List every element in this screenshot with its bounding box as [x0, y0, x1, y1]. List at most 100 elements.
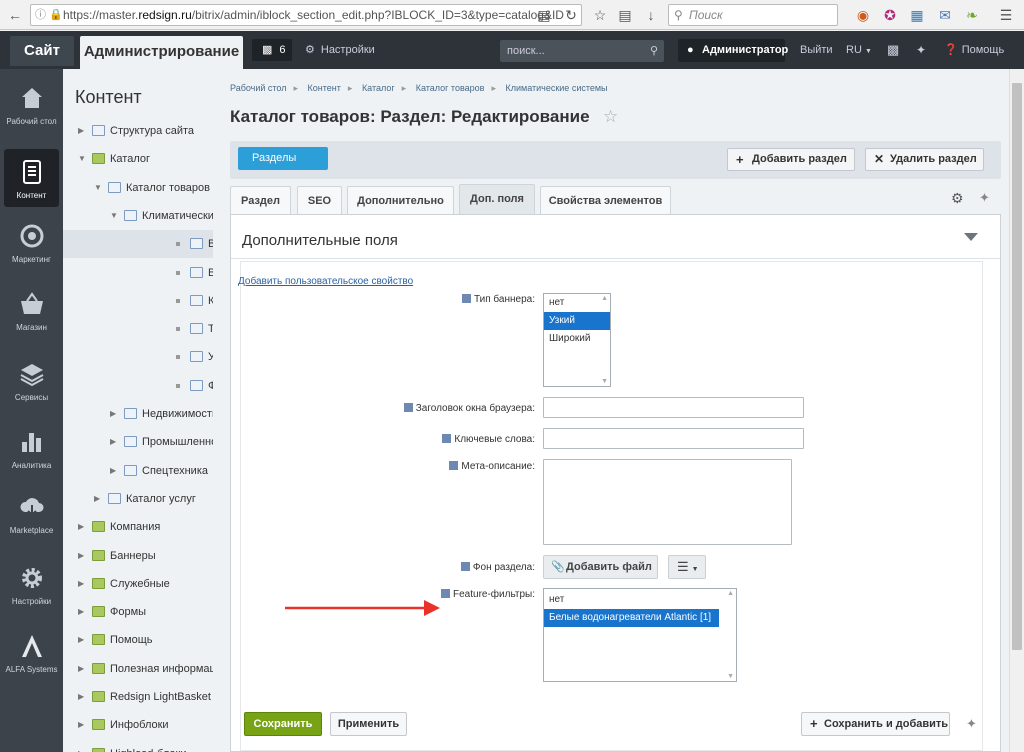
scrollbar-thumb[interactable] — [1012, 83, 1022, 650]
menu-marketing[interactable]: Маркетинг — [0, 223, 63, 265]
reader-view-icon[interactable]: ▤ — [534, 5, 554, 25]
menu-desktop[interactable]: Рабочий стол — [0, 85, 63, 127]
tree-node[interactable]: ▶ Спецтехника — [63, 457, 213, 485]
chevron-right-icon[interactable]: ▶ — [94, 485, 100, 513]
tree-node[interactable]: Увлажнител — [63, 343, 213, 371]
chevron-right-icon[interactable]: ▶ — [78, 683, 84, 711]
add-file-button[interactable]: 📎 Добавить файл — [543, 555, 658, 579]
admin-tab[interactable]: Администрирование — [80, 36, 243, 69]
url-bar[interactable]: ⓘ 🔒 https://master.redsign.ru/bitrix/adm… — [30, 4, 582, 26]
delete-section-button[interactable]: ✕ Удалить раздел — [865, 148, 984, 171]
meta-description-textarea[interactable] — [543, 459, 792, 545]
settings-link[interactable]: ⚙ Настройки — [305, 39, 375, 61]
list-option-selected[interactable]: Узкий — [544, 312, 610, 330]
menu-alfa-systems[interactable]: ALFA Systems — [0, 633, 63, 675]
chevron-right-icon[interactable]: ▶ — [78, 598, 84, 626]
logout-link[interactable]: Выйти — [800, 39, 833, 61]
breadcrumb-item[interactable]: Рабочий стол — [230, 83, 287, 93]
tree-node[interactable]: ▶ Полезная информация — [63, 655, 213, 683]
favorite-star-icon[interactable]: ☆ — [603, 107, 618, 127]
chevron-right-icon[interactable]: ▶ — [110, 428, 116, 456]
browser-title-input[interactable] — [543, 397, 804, 418]
browser-search-input[interactable]: ⚲ Поиск — [668, 4, 838, 26]
page-scrollbar[interactable] — [1009, 69, 1024, 752]
hotkeys-icon[interactable]: ▩ — [887, 39, 899, 61]
help-link[interactable]: ❓ Помощь — [944, 39, 1004, 61]
download-icon[interactable]: ↓ — [641, 5, 661, 25]
tree-node[interactable]: Тепловое об — [63, 315, 213, 343]
chevron-right-icon[interactable]: ▶ — [78, 570, 84, 598]
chevron-down-icon[interactable]: ▼ — [94, 174, 102, 202]
menu-settings[interactable]: Настройки — [0, 565, 63, 607]
file-menu-button[interactable]: ☰ ▼ — [668, 555, 706, 579]
chevron-right-icon[interactable]: ▶ — [78, 542, 84, 570]
add-section-button[interactable]: + Добавить раздел — [727, 148, 855, 171]
help-icon[interactable] — [449, 461, 459, 470]
reload-icon[interactable]: ↻ — [561, 5, 581, 25]
tree-node[interactable]: ▶ Баннеры — [63, 542, 213, 570]
tree-node[interactable]: Водонагрев — [63, 230, 213, 259]
help-icon[interactable] — [442, 434, 452, 443]
chevron-right-icon[interactable]: ▶ — [78, 626, 84, 654]
tree-node[interactable]: ▶ Помощь — [63, 626, 213, 654]
save-button[interactable]: Сохранить — [244, 712, 322, 736]
menu-analytics[interactable]: Аналитика — [0, 429, 63, 471]
back-arrow-icon[interactable]: ← — [5, 5, 25, 25]
menu-marketplace[interactable]: Marketplace — [0, 494, 63, 536]
library-icon[interactable]: ▤ — [615, 5, 635, 25]
help-icon[interactable] — [403, 403, 413, 412]
tree-node[interactable]: ▶ Формы — [63, 598, 213, 626]
tab-additional[interactable]: Дополнительно — [347, 186, 454, 214]
language-select[interactable]: RU ▼ — [846, 39, 872, 61]
list-option[interactable]: нет — [544, 591, 736, 609]
list-option-selected[interactable]: Белые водонагреватели Atlantic [1] — [544, 609, 719, 627]
breadcrumb-item[interactable]: Каталог товаров — [416, 83, 485, 93]
chevron-right-icon[interactable]: ▶ — [110, 457, 116, 485]
chevron-right-icon[interactable]: ▶ — [78, 513, 84, 541]
collapse-arrow-icon[interactable] — [964, 233, 978, 241]
chevron-down-icon[interactable]: ▼ — [110, 202, 118, 230]
breadcrumb-item[interactable]: Климатические системы — [505, 83, 607, 93]
tab-section[interactable]: Раздел — [230, 186, 291, 214]
chevron-right-icon[interactable]: ▶ — [110, 400, 116, 428]
screenshot-icon[interactable]: ▦ — [907, 5, 927, 25]
mail-icon[interactable]: ✉ — [935, 5, 955, 25]
tab-element-properties[interactable]: Свойства элементов — [540, 186, 671, 214]
tree-node[interactable]: ▶ Redsign LightBasket — [63, 683, 213, 711]
banner-type-list[interactable]: нет Узкий Широкий ▲ ▼ — [543, 293, 611, 387]
tree-node[interactable]: ▶ Компания — [63, 513, 213, 541]
breadcrumb-item[interactable]: Каталог — [362, 83, 395, 93]
tree-node[interactable]: Воздухоочи — [63, 259, 213, 287]
bookmark-star-icon[interactable]: ☆ — [590, 5, 610, 25]
pin-icon[interactable]: ✦ — [916, 39, 926, 61]
tree-node[interactable]: Фильтры дл — [63, 372, 213, 400]
menu-services[interactable]: Сервисы — [0, 361, 63, 403]
gear-icon[interactable]: ⚙ — [951, 190, 964, 207]
tree-node[interactable]: ▼ Каталог товаров — [63, 174, 213, 202]
scroll-up-icon[interactable]: ▲ — [727, 590, 734, 597]
tree-node[interactable]: ▶ Каталог услуг — [63, 485, 213, 513]
tree-node[interactable]: ▶ Highload-блоки — [63, 740, 213, 752]
scroll-up-icon[interactable]: ▲ — [601, 295, 608, 302]
notifications-button[interactable]: ▩ 6 — [252, 39, 292, 61]
chevron-right-icon[interactable]: ▶ — [78, 740, 84, 752]
tree-node[interactable]: Кондиционе — [63, 287, 213, 315]
menu-content[interactable]: Контент — [4, 149, 59, 207]
tree-node[interactable]: ▼ Климатические — [63, 202, 213, 230]
add-property-link[interactable]: Добавить пользовательское свойство — [238, 276, 413, 287]
tree-node[interactable]: ▶ Структура сайта — [63, 117, 213, 145]
keywords-input[interactable] — [543, 428, 804, 449]
search-icon[interactable]: ⚲ — [650, 40, 658, 62]
sections-button[interactable]: Разделы — [238, 147, 328, 170]
tree-node[interactable]: ▶ Промышленное — [63, 428, 213, 456]
chevron-right-icon[interactable]: ▶ — [78, 711, 84, 739]
menu-shop[interactable]: Магазин — [0, 291, 63, 333]
tree-node[interactable]: ▶ Недвижимость — [63, 400, 213, 428]
tree-node[interactable]: ▶ Инфоблоки — [63, 711, 213, 739]
site-tab[interactable]: Сайт — [10, 36, 74, 66]
breadcrumb-item[interactable]: Контент — [308, 83, 341, 93]
addon-icon[interactable]: ✪ — [880, 5, 900, 25]
save-and-add-button[interactable]: + Сохранить и добавить — [801, 712, 950, 736]
pin-icon[interactable]: ✦ — [979, 190, 990, 206]
tree-node[interactable]: ▼ Каталог — [63, 145, 213, 173]
